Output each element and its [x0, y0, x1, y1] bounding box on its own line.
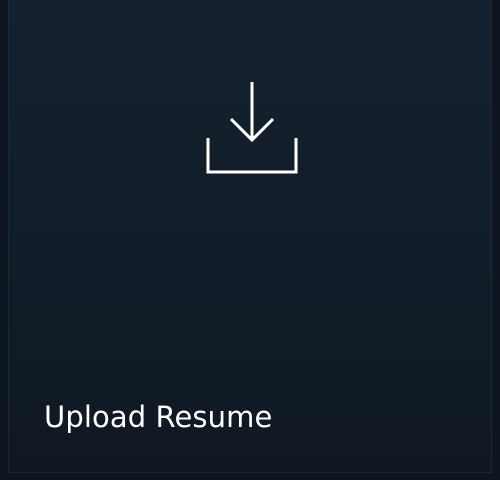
tile-label: Upload Resume: [44, 400, 273, 434]
download-icon: [206, 82, 299, 175]
upload-resume-tile[interactable]: Upload Resume: [8, 0, 492, 473]
